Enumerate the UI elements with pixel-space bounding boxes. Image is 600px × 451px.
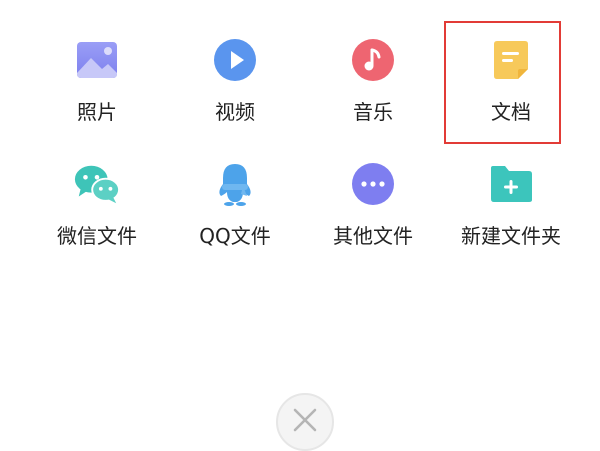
close-button[interactable]	[276, 393, 334, 451]
tile-label: QQ文件	[199, 224, 271, 248]
tile-label: 新建文件夹	[461, 224, 561, 248]
new-folder-icon	[487, 160, 535, 208]
tile-label: 其他文件	[333, 224, 413, 248]
tile-label: 微信文件	[57, 224, 137, 248]
tile-qq-files[interactable]: QQ文件	[170, 160, 300, 270]
tile-other-files[interactable]: 其他文件	[308, 160, 438, 270]
music-note-icon	[349, 36, 397, 84]
tile-videos[interactable]: 视频	[170, 36, 300, 146]
tile-music[interactable]: 音乐	[308, 36, 438, 146]
tile-label: 视频	[215, 100, 255, 124]
tile-new-folder[interactable]: 新建文件夹	[446, 160, 576, 270]
tile-wechat-files[interactable]: 微信文件	[32, 160, 162, 270]
tile-label: 照片	[77, 100, 117, 124]
close-icon	[292, 407, 318, 437]
tile-photos[interactable]: 照片	[32, 36, 162, 146]
video-play-icon	[211, 36, 259, 84]
photo-icon	[73, 36, 121, 84]
selection-highlight	[444, 21, 561, 144]
qq-penguin-icon	[211, 160, 259, 208]
tile-label: 音乐	[353, 100, 393, 124]
wechat-icon	[73, 160, 121, 208]
more-dots-icon	[349, 160, 397, 208]
